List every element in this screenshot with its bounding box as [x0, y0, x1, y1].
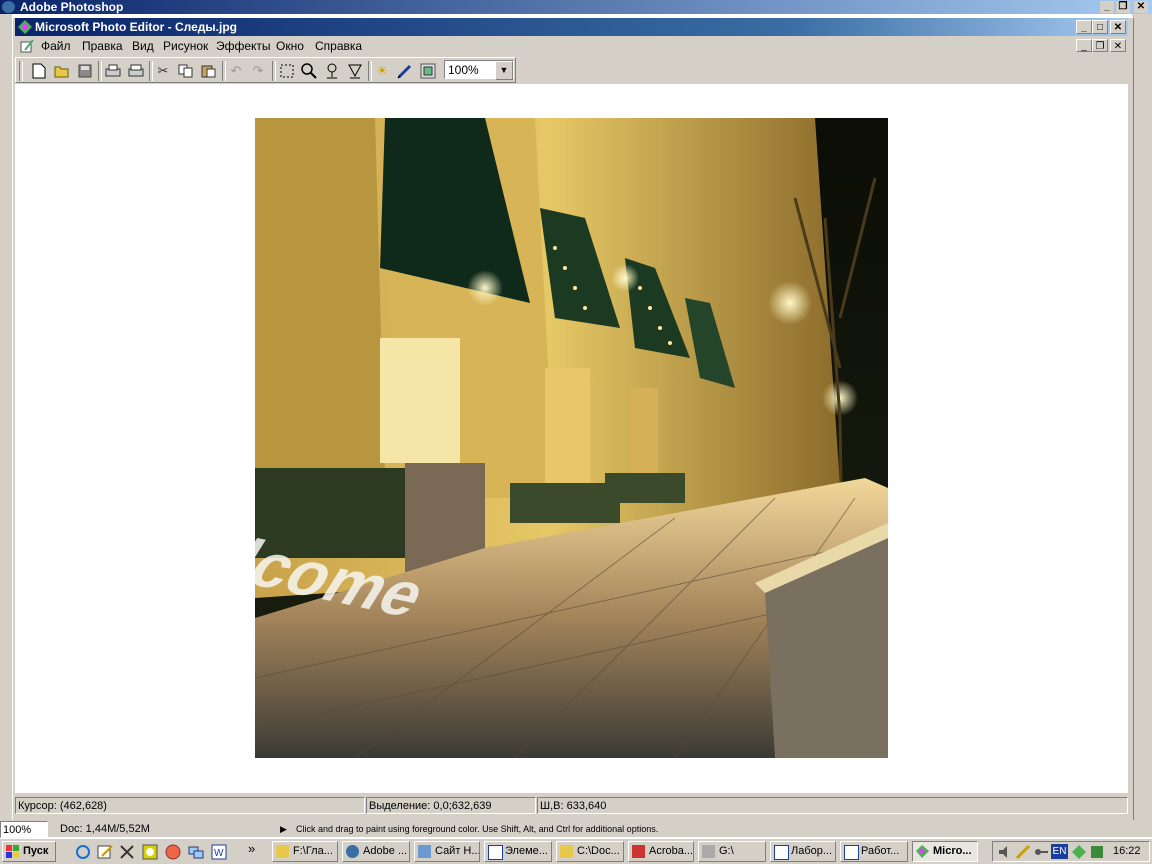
taskbar-button-acrobat[interactable]: Acroba... [628, 841, 694, 862]
status-bar: Курсор: (462,628) Выделение: 0,0;632,639… [15, 796, 1128, 816]
edit-icon[interactable] [97, 844, 113, 860]
word-icon[interactable]: W [211, 844, 227, 860]
save-icon[interactable] [74, 61, 96, 81]
system-tray: EN 16:22 [992, 841, 1150, 862]
network-tray-icon[interactable] [1071, 844, 1087, 860]
undo-icon[interactable]: ↶ [225, 61, 247, 81]
cut-icon[interactable]: ✂ [152, 61, 174, 81]
menu-file[interactable]: Файл [41, 39, 71, 53]
taskbar-button-lab[interactable]: Лабор... [770, 841, 836, 862]
play-triangle-icon: ▶ [280, 824, 287, 834]
pen-icon[interactable] [394, 61, 416, 81]
open-icon[interactable] [51, 61, 73, 81]
minimize-button[interactable]: _ [1076, 20, 1092, 34]
svg-text:W: W [214, 848, 224, 859]
antivirus-tray-icon[interactable] [1089, 844, 1105, 860]
quicklaunch-chevron[interactable]: » [248, 841, 264, 857]
print-preview-icon[interactable] [125, 61, 147, 81]
doc-restore-button[interactable]: ❐ [1092, 39, 1108, 52]
taskbar-button-drive-g[interactable]: G:\ [698, 841, 766, 862]
toolbar: ✂ ↶ ↷ ☀ 100% ▼ [15, 57, 516, 83]
photo-editor-title-bar[interactable]: Microsoft Photo Editor - Следы.jpg _ □ ✕ [15, 18, 1128, 36]
photoshop-doc-size[interactable]: Doc: 1,44M/5,52M [58, 821, 258, 838]
menu-view[interactable]: Вид [132, 39, 154, 53]
document-icon[interactable] [19, 38, 35, 54]
photoshop-left-panel [0, 14, 12, 820]
effects-icon[interactable] [417, 61, 439, 81]
menu-window[interactable]: Окно [276, 39, 304, 53]
photoshop-minimize-button[interactable]: _ [1100, 1, 1114, 13]
zoom-value: 100% [448, 63, 479, 77]
start-button[interactable]: Пуск [2, 841, 56, 862]
folder-icon [560, 845, 573, 858]
windows-logo-icon [6, 845, 19, 858]
tools-icon[interactable] [119, 844, 135, 860]
menu-image[interactable]: Рисунок [163, 39, 208, 53]
media-icon[interactable] [165, 844, 181, 860]
photoshop-hint: Click and drag to paint using foreground… [296, 824, 659, 834]
photoshop-close-button[interactable]: ✕ [1134, 1, 1148, 13]
volume-icon[interactable] [997, 844, 1013, 860]
taskbar-button-folder-f[interactable]: F:\Гла... [272, 841, 338, 862]
pen-tray-icon[interactable] [1015, 844, 1031, 860]
key-tray-icon[interactable] [1033, 844, 1049, 860]
taskbar-button-site[interactable]: Сайт Н... [414, 841, 480, 862]
photoshop-restore-button[interactable]: ❐ [1116, 1, 1130, 13]
copy-icon[interactable] [175, 61, 197, 81]
ie-icon[interactable] [75, 844, 91, 860]
photo-editor-title: Microsoft Photo Editor - Следы.jpg [35, 20, 237, 34]
maximize-button[interactable]: □ [1092, 20, 1108, 34]
toolbar-grip[interactable] [19, 61, 23, 81]
select-icon[interactable] [276, 61, 298, 81]
taskbar-button-elements[interactable]: Элеме... [484, 841, 552, 862]
photoshop-right-scrollbar[interactable] [1132, 14, 1152, 820]
photoshop-zoom[interactable]: 100% [0, 821, 48, 838]
doc-close-button[interactable]: ✕ [1110, 39, 1126, 52]
chevron-down-icon[interactable]: ▼ [495, 61, 513, 80]
folder-icon [276, 845, 289, 858]
photoshop-title: Adobe Photoshop [20, 0, 124, 14]
image-size: Ш,В: 633,640 [537, 797, 1128, 814]
smudge-icon[interactable] [321, 61, 343, 81]
taskbar-button-documents[interactable]: C:\Doc... [556, 841, 624, 862]
doc-minimize-button[interactable]: _ [1076, 39, 1092, 52]
word-icon [844, 845, 859, 860]
zoom-icon[interactable] [298, 61, 320, 81]
photoshop-app-icon [2, 1, 15, 13]
photo-editor-icon [916, 845, 929, 858]
street-scene-illustration: Welcome [255, 118, 888, 758]
redo-icon[interactable]: ↷ [247, 61, 269, 81]
photoshop-title-bar: Adobe Photoshop _ ❐ ✕ [0, 0, 1152, 14]
acrobat-icon [632, 845, 645, 858]
zoom-select[interactable]: 100% ▼ [444, 60, 514, 80]
sharpen-icon[interactable] [344, 61, 366, 81]
print-icon[interactable] [102, 61, 124, 81]
drive-icon [702, 845, 715, 858]
brightness-icon[interactable]: ☀ [371, 61, 393, 81]
menu-effects[interactable]: Эффекты [216, 39, 271, 53]
word-icon [774, 845, 789, 860]
selection-info: Выделение: 0,0;632,639 [366, 797, 536, 814]
photo-image[interactable]: Welcome [255, 118, 888, 758]
menu-edit[interactable]: Правка [82, 39, 123, 53]
clock[interactable]: 16:22 [1113, 845, 1141, 857]
menu-bar: Файл Правка Вид Рисунок Эффекты Окно Спр… [15, 36, 1128, 56]
word-icon [488, 845, 503, 860]
paste-icon[interactable] [198, 61, 220, 81]
close-button[interactable]: ✕ [1110, 20, 1126, 34]
clock-app-icon[interactable] [142, 844, 158, 860]
taskbar-button-adobe[interactable]: Adobe ... [342, 841, 410, 862]
language-indicator[interactable]: EN [1051, 844, 1068, 859]
network-icon[interactable] [188, 844, 204, 860]
menu-help[interactable]: Справка [315, 39, 362, 53]
photo-editor-app-icon [18, 20, 32, 34]
taskbar: Пуск W » F:\Гла... Adobe ... Сайт Н... Э… [0, 838, 1152, 864]
photoshop-status-bar: 100% Doc: 1,44M/5,52M ▶ Click and drag t… [0, 820, 1152, 838]
cursor-position: Курсор: (462,628) [15, 797, 365, 814]
web-editor-icon [418, 845, 431, 858]
taskbar-button-work[interactable]: Работ... [840, 841, 908, 862]
taskbar-button-photo-editor[interactable]: Micro... [912, 841, 978, 862]
new-icon[interactable] [28, 61, 50, 81]
photoshop-icon [346, 845, 359, 858]
